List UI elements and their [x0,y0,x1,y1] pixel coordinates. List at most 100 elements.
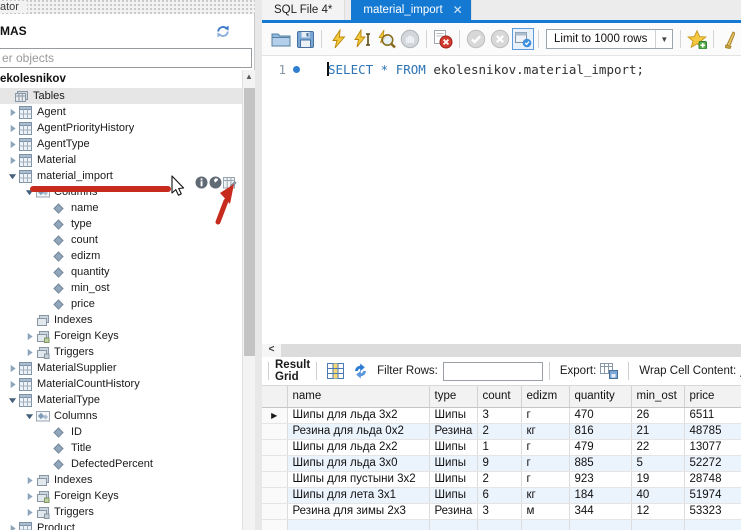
toggle-autocommit-button[interactable] [512,28,534,50]
chevron-collapsed-icon[interactable] [6,380,19,389]
wrench-icon[interactable] [209,176,222,195]
grid-view-icon[interactable] [327,363,344,379]
grid-cell[interactable] [631,519,684,530]
beautify-button[interactable] [718,27,741,51]
execute-button[interactable] [326,27,350,51]
tree-item-type[interactable]: type [0,216,242,232]
close-icon[interactable]: ✕ [453,5,463,15]
hscrollbar-track[interactable] [281,344,741,357]
grid-cell[interactable]: 12 [631,503,684,519]
export-recordset-icon[interactable] [600,363,618,379]
tree-item-foreign-keys[interactable]: Foreign Keys [0,488,242,504]
grid-cell[interactable]: 6511 [684,407,741,423]
chevron-collapsed-icon[interactable] [6,364,19,373]
grid-header-edizm[interactable]: edizm [521,386,569,407]
grid-cell[interactable]: 13077 [684,439,741,455]
tree-item-count[interactable]: count [0,232,242,248]
panel-divider[interactable] [255,0,262,530]
tree-item-triggers[interactable]: Triggers [0,504,242,520]
grid-cell[interactable]: 3 [477,407,521,423]
tree-item-indexes[interactable]: Indexes [0,312,242,328]
grid-cell[interactable] [262,519,287,530]
grid-cell[interactable]: Шипы [429,471,477,487]
commit-button[interactable] [464,27,488,51]
chevron-collapsed-icon[interactable] [23,508,36,517]
grid-cell[interactable]: 344 [569,503,631,519]
chevron-collapsed-icon[interactable] [23,492,36,501]
grid-cell[interactable]: г [521,439,569,455]
grid-cell[interactable]: 479 [569,439,631,455]
grid-header-type[interactable]: type [429,386,477,407]
grid-cell[interactable]: 53323 [684,503,741,519]
chevron-expanded-icon[interactable] [6,396,19,405]
chevron-expanded-icon[interactable] [6,172,19,181]
grid-cell[interactable]: Шипы для пустыни 3x2 [287,471,429,487]
grid-cell[interactable]: Шипы [429,407,477,423]
tree-item-edizm[interactable]: edizm [0,248,242,264]
tree-item-triggers[interactable]: Triggers [0,344,242,360]
grid-cell[interactable]: 2 [477,423,521,439]
grid-cell[interactable]: Шипы [429,439,477,455]
grid-cell[interactable]: кг [521,487,569,503]
tree-item-id[interactable]: ID [0,424,242,440]
grid-cell[interactable]: Шипы [429,487,477,503]
grid-cell[interactable] [569,519,631,530]
grid-cell[interactable]: 3 [477,503,521,519]
scroll-up-icon[interactable]: ▲ [243,70,255,84]
tree-item-product[interactable]: Product [0,520,242,530]
grid-cell[interactable]: 52272 [684,455,741,471]
grid-cell[interactable]: 184 [569,487,631,503]
grid-cell[interactable]: 22 [631,439,684,455]
grid-corner-header[interactable] [262,386,287,407]
tree-item-quantity[interactable]: quantity [0,264,242,280]
grid-cell[interactable]: 26 [631,407,684,423]
sql-editor[interactable]: 1 SELECT * FROM ekolesnikov.material_imp… [262,56,741,344]
grid-cell[interactable]: Резина для льда 0x2 [287,423,429,439]
grid-cell[interactable]: 470 [569,407,631,423]
table-edit-icon[interactable] [223,176,237,195]
info-icon[interactable] [195,176,208,195]
grid-cell[interactable]: Шипы для льда 3x2 [287,407,429,423]
grid-row-selector[interactable] [262,439,287,455]
grid-cell[interactable]: Шипы для лета 3x1 [287,487,429,503]
execute-current-button[interactable] [350,27,374,51]
tree-item-materialcounthistory[interactable]: MaterialCountHistory [0,376,242,392]
grid-row-selector[interactable] [262,487,287,503]
grid-header-quantity[interactable]: quantity [569,386,631,407]
navigator-scrollbar[interactable]: ▲ [242,70,255,530]
tab-sql-file-4[interactable]: SQL File 4* [262,0,345,20]
grid-row-selector[interactable] [262,503,287,519]
grid-cell[interactable] [684,519,741,530]
chevron-expanded-icon[interactable] [23,412,36,421]
chevron-collapsed-icon[interactable] [23,348,36,357]
grid-cell[interactable]: 48785 [684,423,741,439]
tree-item-columns[interactable]: Columns [0,408,242,424]
grid-cell[interactable] [521,519,569,530]
grid-cell[interactable] [429,519,477,530]
grid-cell[interactable]: 5 [631,455,684,471]
grid-cell[interactable]: Резина для зимы 2x3 [287,503,429,519]
grid-cell[interactable]: кг [521,423,569,439]
tree-item-foreign-keys[interactable]: Foreign Keys [0,328,242,344]
grid-row-selector[interactable] [262,423,287,439]
refresh-schemas-icon[interactable] [215,24,231,44]
tree-item-materialtype[interactable]: MaterialType [0,392,242,408]
grid-cell[interactable]: 885 [569,455,631,471]
stop-button[interactable] [398,27,422,51]
grid-cell[interactable]: г [521,407,569,423]
chevron-collapsed-icon[interactable] [23,332,36,341]
chevron-collapsed-icon[interactable] [6,108,19,117]
grid-cell[interactable]: г [521,455,569,471]
tree-item-materialsupplier[interactable]: MaterialSupplier [0,360,242,376]
scrollbar-thumb[interactable] [244,88,255,356]
grid-cell[interactable]: Шипы [429,455,477,471]
tree-item-title[interactable]: Title [0,440,242,456]
filter-rows-input[interactable] [443,362,543,381]
tree-item-price[interactable]: price [0,296,242,312]
grid-cell[interactable]: 21 [631,423,684,439]
tab-material-import[interactable]: material_import ✕ [351,0,471,20]
chevron-collapsed-icon[interactable] [6,156,19,165]
grid-cell[interactable]: 2 [477,471,521,487]
grid-cell[interactable]: 923 [569,471,631,487]
grid-cell[interactable]: 51974 [684,487,741,503]
